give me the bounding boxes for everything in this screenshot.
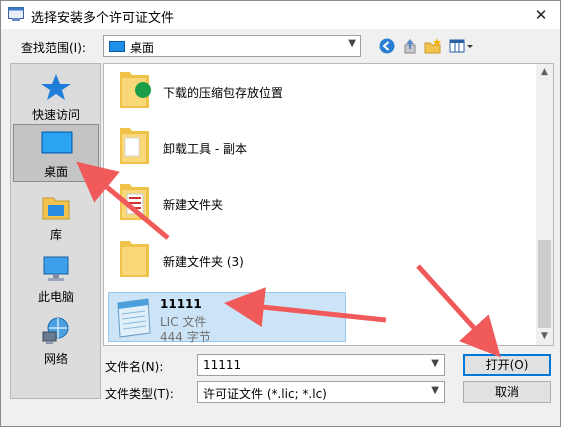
file-type-label: 文件类型(T): — [105, 387, 174, 401]
list-item[interactable]: 下载的压缩包存放位置 — [108, 66, 346, 116]
chevron-down-icon: ▼ — [431, 385, 439, 396]
list-item[interactable]: 卸载工具 - 副本 — [108, 122, 346, 172]
star-icon — [41, 74, 71, 100]
desktop-icon — [41, 131, 73, 154]
close-button[interactable]: ✕ — [530, 5, 552, 25]
place-quick-access[interactable]: 快速访问 — [13, 68, 99, 126]
place-label: 此电脑 — [37, 290, 74, 304]
notepad-file-icon — [117, 298, 151, 338]
title-bar: 选择安装多个许可证文件 ✕ — [1, 1, 560, 29]
file-size: 444 字节 — [160, 330, 211, 344]
computer-icon — [43, 256, 69, 281]
look-in-value: 桌面 — [130, 41, 155, 55]
folder-icon — [120, 241, 149, 277]
place-label: 库 — [49, 228, 62, 242]
back-icon[interactable] — [379, 37, 395, 55]
folder-icon — [120, 128, 149, 164]
place-network[interactable]: 网络 — [13, 312, 99, 370]
chevron-down-icon[interactable]: ▼ — [431, 358, 439, 369]
file-name: 新建文件夹 (3) — [163, 255, 244, 269]
folder-icon — [120, 184, 149, 220]
file-name: 11111 — [160, 297, 202, 311]
place-label: 网络 — [43, 352, 68, 366]
scroll-down-icon[interactable]: ▼ — [536, 328, 553, 345]
library-icon — [42, 197, 70, 220]
list-item[interactable]: 新建文件夹 (3) — [108, 235, 346, 285]
cancel-button[interactable]: 取消 — [463, 381, 551, 403]
file-name: 新建文件夹 — [163, 198, 224, 212]
file-name-input[interactable]: 11111 ▼ — [197, 354, 445, 376]
scrollbar-thumb[interactable] — [538, 240, 551, 328]
open-button[interactable]: 打开(O) — [463, 354, 551, 376]
list-item-selected[interactable]: 11111 LIC 文件 444 字节 — [108, 292, 346, 344]
file-type-value: 许可证文件 (*.lic; *.lc) — [203, 387, 327, 401]
place-libraries[interactable]: 库 — [13, 188, 99, 246]
app-window-icon — [8, 7, 24, 21]
place-label: 桌面 — [43, 165, 68, 179]
scroll-up-icon[interactable]: ▲ — [536, 64, 553, 81]
file-name-label: 文件名(N): — [105, 360, 164, 374]
list-item[interactable]: 新建文件夹 — [108, 178, 346, 228]
folder-icon — [120, 72, 151, 108]
place-label: 快速访问 — [31, 108, 80, 122]
look-in-dropdown[interactable]: 桌面 ▼ — [103, 35, 361, 57]
file-name: 卸载工具 - 副本 — [163, 142, 247, 156]
new-folder-icon[interactable] — [424, 37, 442, 55]
desktop-icon — [109, 41, 125, 52]
network-icon — [42, 317, 69, 344]
dialog-title: 选择安装多个许可证文件 — [31, 11, 175, 26]
places-bar: 快速访问 桌面 库 此电脑 网络 — [10, 63, 101, 399]
vertical-scrollbar[interactable]: ▲ ▼ — [536, 64, 553, 345]
view-menu-icon[interactable] — [449, 37, 475, 55]
file-open-dialog: 选择安装多个许可证文件 ✕ 查找范围(I): 桌面 ▼ 快速访问 桌面 库 此电… — [0, 0, 561, 427]
up-folder-icon[interactable] — [402, 37, 418, 55]
chevron-down-icon: ▼ — [348, 38, 356, 49]
look-in-label: 查找范围(I): — [21, 41, 86, 55]
file-type-select[interactable]: 许可证文件 (*.lic; *.lc) ▼ — [197, 381, 445, 403]
file-name-value: 11111 — [203, 358, 242, 372]
file-list[interactable]: 下载的压缩包存放位置 卸载工具 - 副本 新建文件夹 新建文件夹 (3) 111… — [103, 63, 554, 346]
place-desktop[interactable]: 桌面 — [13, 124, 99, 182]
file-name: 下载的压缩包存放位置 — [163, 86, 284, 100]
place-this-pc[interactable]: 此电脑 — [13, 250, 99, 308]
